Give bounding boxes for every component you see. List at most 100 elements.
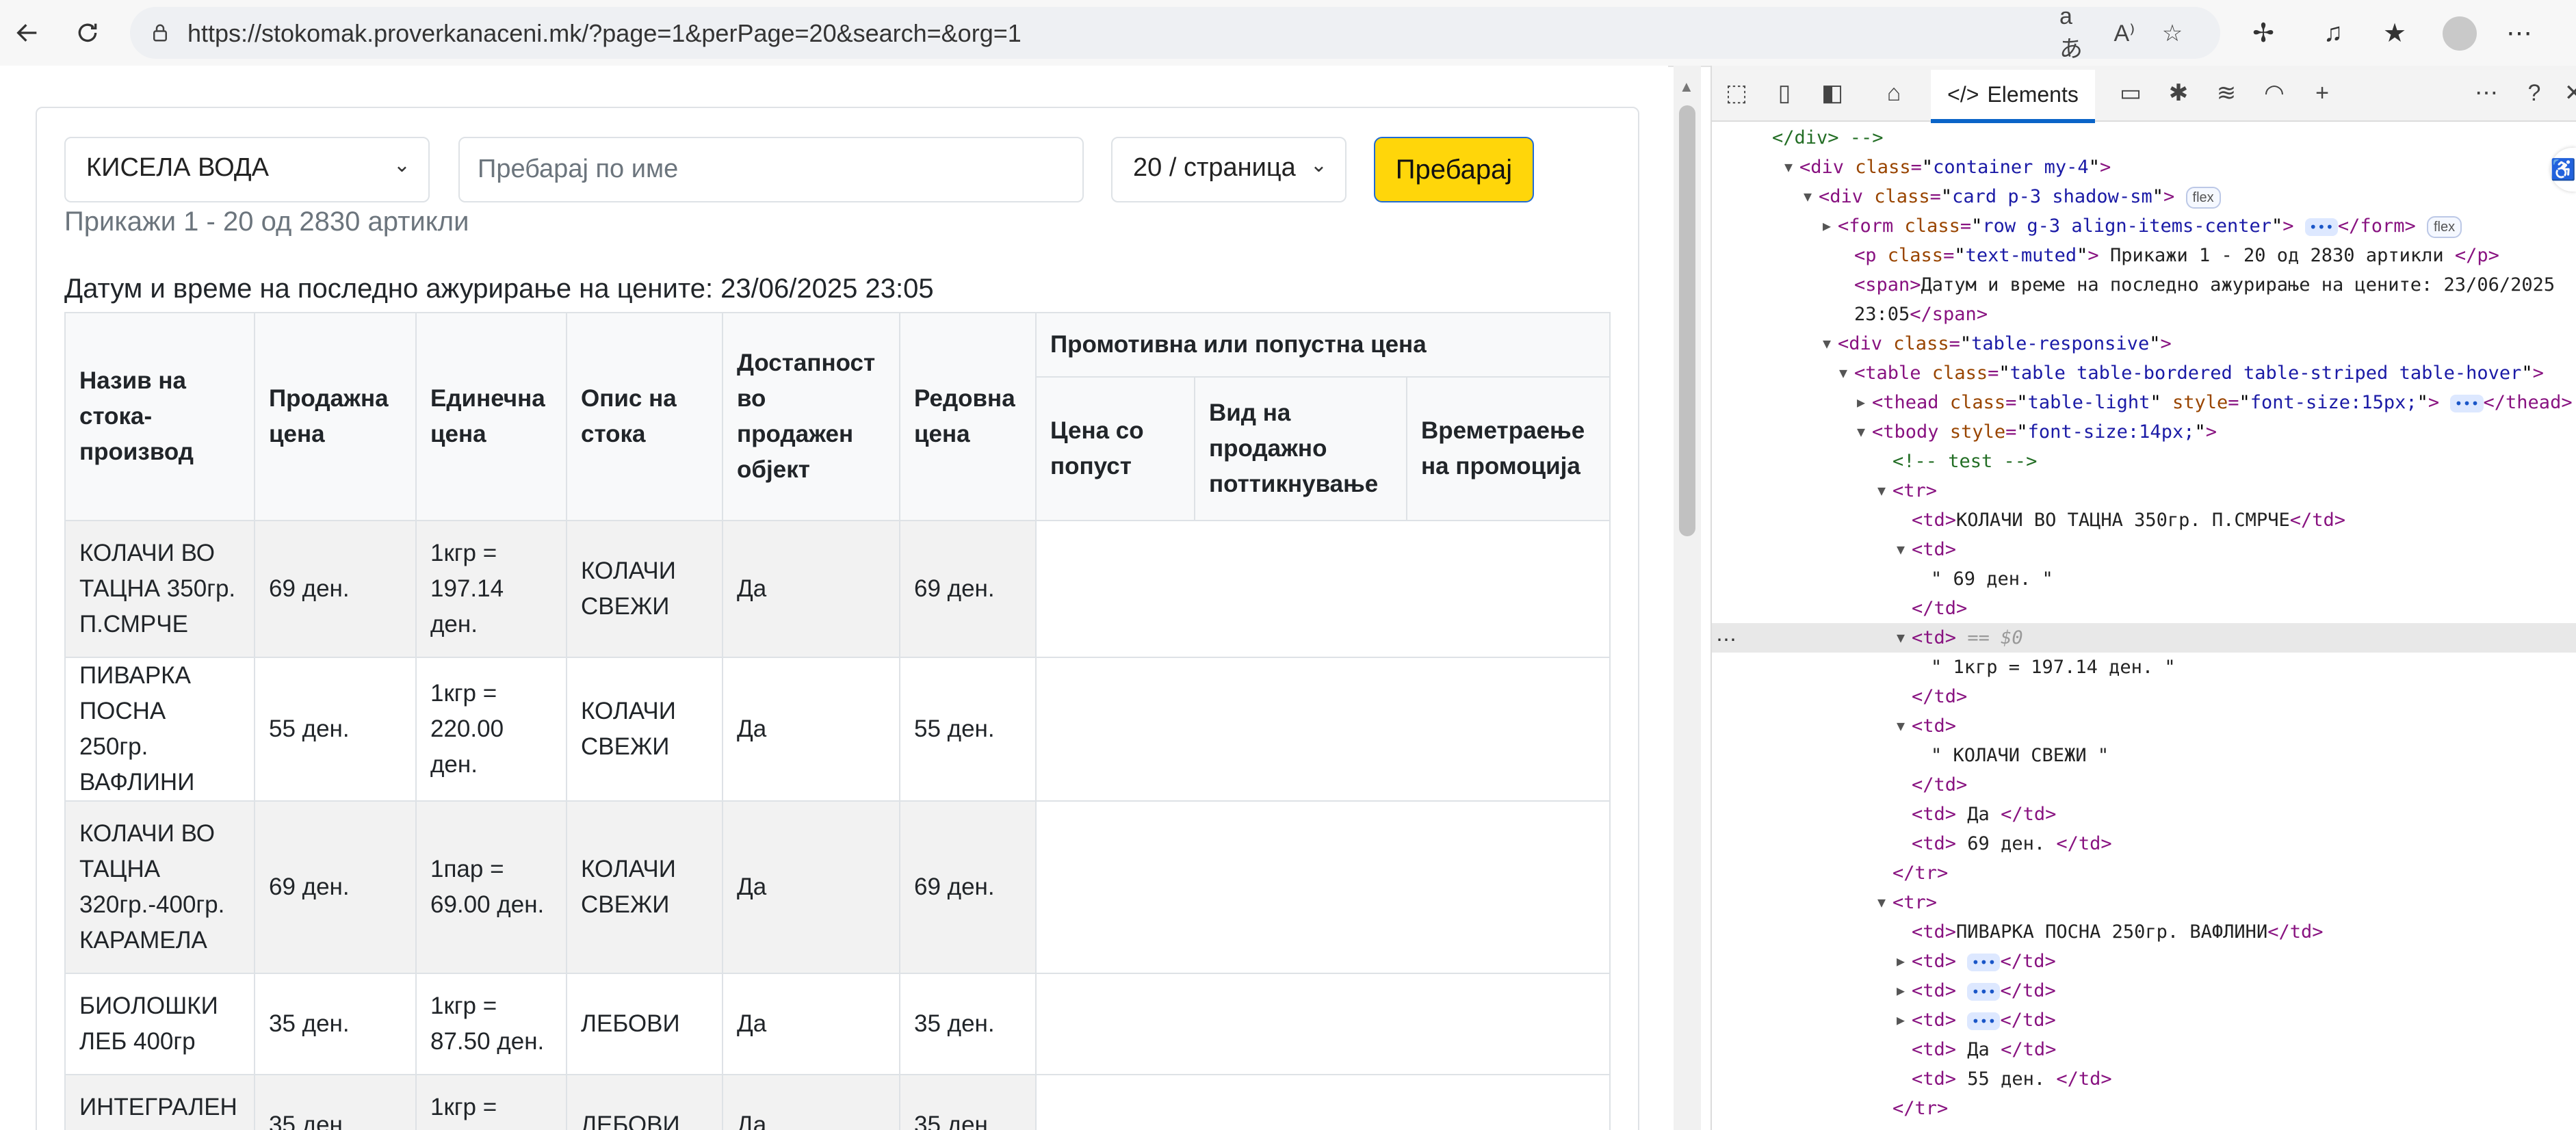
flex-badge[interactable]: flex [2185,186,2221,209]
table-row[interactable]: БИОЛОШКИ ЛЕБ 400гр 35 ден. 1кгр = 87.50 … [64,973,1611,1075]
dom-node-line[interactable]: </td> [1712,682,2576,711]
dom-node-line[interactable]: ▶ <td> ••• </td> [1712,976,2576,1006]
inspect-icon[interactable]: ⬚ [1719,75,1754,111]
address-bar[interactable]: https://stokomak.proverkanaceni.mk/?page… [130,3,2220,62]
dom-node-line[interactable]: </div> --> [1712,123,2576,153]
cell-promo-empty [1035,657,1611,802]
sidebar-toggle-icon[interactable]: ◧ [1814,75,1850,111]
dom-node-line[interactable]: ▶ <td> ••• </td> [1712,1006,2576,1035]
network-wifi-icon[interactable]: ≋ [2209,75,2244,111]
table-row[interactable]: КОЛАЧИ ВО ТАЦНА 350гр. П.СМРЧЕ 69 ден. 1… [64,520,1611,658]
dom-node-line[interactable]: ▼ <div class="table-responsive"> [1712,329,2576,358]
refresh-icon[interactable] [66,11,109,55]
dom-node-line[interactable]: ▼ <td> [1712,535,2576,564]
collapsed-ellipsis-icon[interactable]: ••• [2450,394,2484,412]
table-row[interactable]: КОЛАЧИ ВО ТАЦНА 320гр.-400гр. КАРАМЕЛА 6… [64,800,1611,974]
expand-down-icon[interactable]: ▼ [1897,711,1905,741]
lock-icon[interactable] [144,16,177,49]
dom-node-line[interactable]: </td> [1712,594,2576,623]
dom-node-line[interactable]: ▶ <thead class="table-light" style="font-… [1712,388,2576,417]
favorites-icon[interactable]: ★ [2377,15,2412,51]
dom-node-line[interactable]: <span>Датум и време на последно ажурирањ… [1712,270,2576,300]
table-row[interactable]: ПИВАРКА ПОСНА 250гр. ВАФЛИНИ 55 ден. 1кг… [64,657,1611,802]
expand-down-icon[interactable]: ▼ [1857,417,1865,447]
cell-regular-price: 55 ден. [899,657,1037,802]
dom-node-line[interactable]: </td> [1712,770,2576,800]
dom-node-line[interactable]: 23:05</span> [1712,300,2576,329]
more-tools-icon[interactable]: ⋯ [2469,75,2504,111]
dom-node-line[interactable]: <td> 55 ден. </td> [1712,1064,2576,1094]
category-select[interactable]: КИСЕЛА ВОДА ⌄ [64,137,430,202]
dom-node-line[interactable]: <td> Да </td> [1712,800,2576,829]
dom-node-line[interactable]: ▼ <td> == $0 [1712,623,2576,653]
node-actions-dots-icon[interactable]: ⋯ [1716,628,1736,652]
close-icon[interactable]: ✕ [2556,75,2576,111]
scrollbar-thumb[interactable] [1679,105,1695,536]
dom-node-line[interactable]: ▼ <td> [1712,711,2576,741]
expand-down-icon[interactable]: ▼ [1839,358,1847,388]
immersive-reader-icon[interactable]: A⁾ [2107,16,2142,51]
expand-down-icon[interactable]: ▼ [1897,535,1905,564]
dom-node-line[interactable]: " 1кгр = 197.14 ден. " [1712,653,2576,682]
dom-node-line[interactable]: <td>ПИВАРКА ПОСНА 250гр. ВАФЛИНИ</td> [1712,917,2576,947]
collapsed-ellipsis-icon[interactable]: ••• [1967,1012,2001,1030]
table-row[interactable]: ИНТЕГРАЛЕН ЛЕБ 400гр 35 ден. 1кгр = 87.5… [64,1074,1611,1130]
expand-down-icon[interactable]: ▼ [1877,476,1886,505]
collapsed-ellipsis-icon[interactable]: ••• [1967,953,2001,971]
extensions-icon[interactable]: ✢ [2246,15,2281,51]
more-menu-icon[interactable]: ⋯ [2501,15,2537,51]
dom-node-line[interactable]: <p class="text-muted"> Прикажи 1 - 20 од… [1712,241,2576,270]
dom-node-line[interactable]: ▼ <table class="table table-bordered tabl… [1712,358,2576,388]
expand-down-icon[interactable]: ▼ [1784,153,1793,182]
dom-node-line[interactable]: </tr> [1712,1094,2576,1123]
collapsed-ellipsis-icon[interactable]: ••• [2304,218,2338,236]
welcome-home-icon[interactable]: ⌂ [1876,75,1912,111]
scroll-up-arrow-icon[interactable]: ▲ [1679,78,1694,96]
collapse-right-icon[interactable]: ▶ [1897,1006,1905,1035]
dom-node-line[interactable]: ▼ <tr> [1712,476,2576,505]
per-page-select[interactable]: 20 / страница ⌄ [1111,137,1346,202]
dom-node-line[interactable]: <td> 69 ден. </td> [1712,829,2576,858]
sources-bug-icon[interactable]: ✱ [2161,75,2196,111]
expand-down-icon[interactable]: ▼ [1897,623,1905,653]
profile-avatar[interactable] [2443,16,2477,51]
dom-node-line[interactable]: </tr> [1712,858,2576,888]
expand-down-icon[interactable]: ▼ [1804,182,1812,211]
url-text[interactable]: https://stokomak.proverkanaceni.mk/?page… [187,19,1022,48]
console-icon[interactable]: ▭ [2113,75,2148,111]
help-icon[interactable]: ? [2516,75,2552,111]
back-arrow-icon[interactable] [5,11,49,55]
flex-badge[interactable]: flex [2427,215,2462,238]
dom-node-line[interactable]: <td> Да </td> [1712,1035,2576,1064]
expand-down-icon[interactable]: ▼ [1877,888,1886,917]
add-tab-icon[interactable]: + [2304,75,2340,111]
dom-node-line[interactable]: ▼ <div class="card p-3 shadow-sm"> flex [1712,182,2576,211]
page-scrollbar[interactable]: ▲ [1674,66,1701,1130]
dom-node-line[interactable]: ▼ <div class="container my-4"> [1712,153,2576,182]
dom-tree[interactable]: </div> --> ▼ <div class="container my-4"> ▼… [1712,123,2576,1130]
dom-node-line[interactable]: ▼ <tr> [1712,888,2576,917]
device-emulation-icon[interactable]: ▯ [1767,75,1802,111]
search-input[interactable]: Пребарај по име [458,137,1084,202]
read-aloud-icon[interactable]: aあ [2059,3,2094,62]
collapse-right-icon[interactable]: ▶ [1857,388,1865,417]
cell-unit-price: 1кгр = 220.00 ден. [415,657,567,802]
dom-node-line[interactable]: ▶ <form class="row g-3 align-items-center… [1712,211,2576,241]
collapsed-ellipsis-icon[interactable]: ••• [1967,982,2001,1001]
collapse-right-icon[interactable]: ▶ [1897,976,1905,1006]
dom-node-line[interactable]: " КОЛАЧИ СВЕЖИ " [1712,741,2576,770]
expand-down-icon[interactable]: ▼ [1823,329,1831,358]
favorite-star-icon[interactable]: ☆ [2155,16,2189,51]
dom-node-line[interactable]: ▶ <td> ••• </td> [1712,947,2576,976]
dom-node-line[interactable]: <td>КОЛАЧИ ВО ТАЦНА 350гр. П.СМРЧЕ</td> [1712,505,2576,535]
collapse-right-icon[interactable]: ▶ [1823,211,1831,241]
dom-node-line[interactable]: <!-- test --> [1712,447,2576,476]
collapse-right-icon[interactable]: ▶ [1897,947,1905,976]
tab-elements[interactable]: </> Elements [1931,70,2095,123]
dom-node-line[interactable]: " 69 ден. " [1712,564,2576,594]
search-button[interactable]: Пребарај [1374,137,1534,202]
cell-regular-price: 69 ден. [899,800,1037,974]
performance-icon[interactable]: ◠ [2256,75,2292,111]
dom-node-line[interactable]: ▼ <tbody style="font-size:14px;"> [1712,417,2576,447]
media-control-icon[interactable]: ♫ [2315,15,2351,51]
